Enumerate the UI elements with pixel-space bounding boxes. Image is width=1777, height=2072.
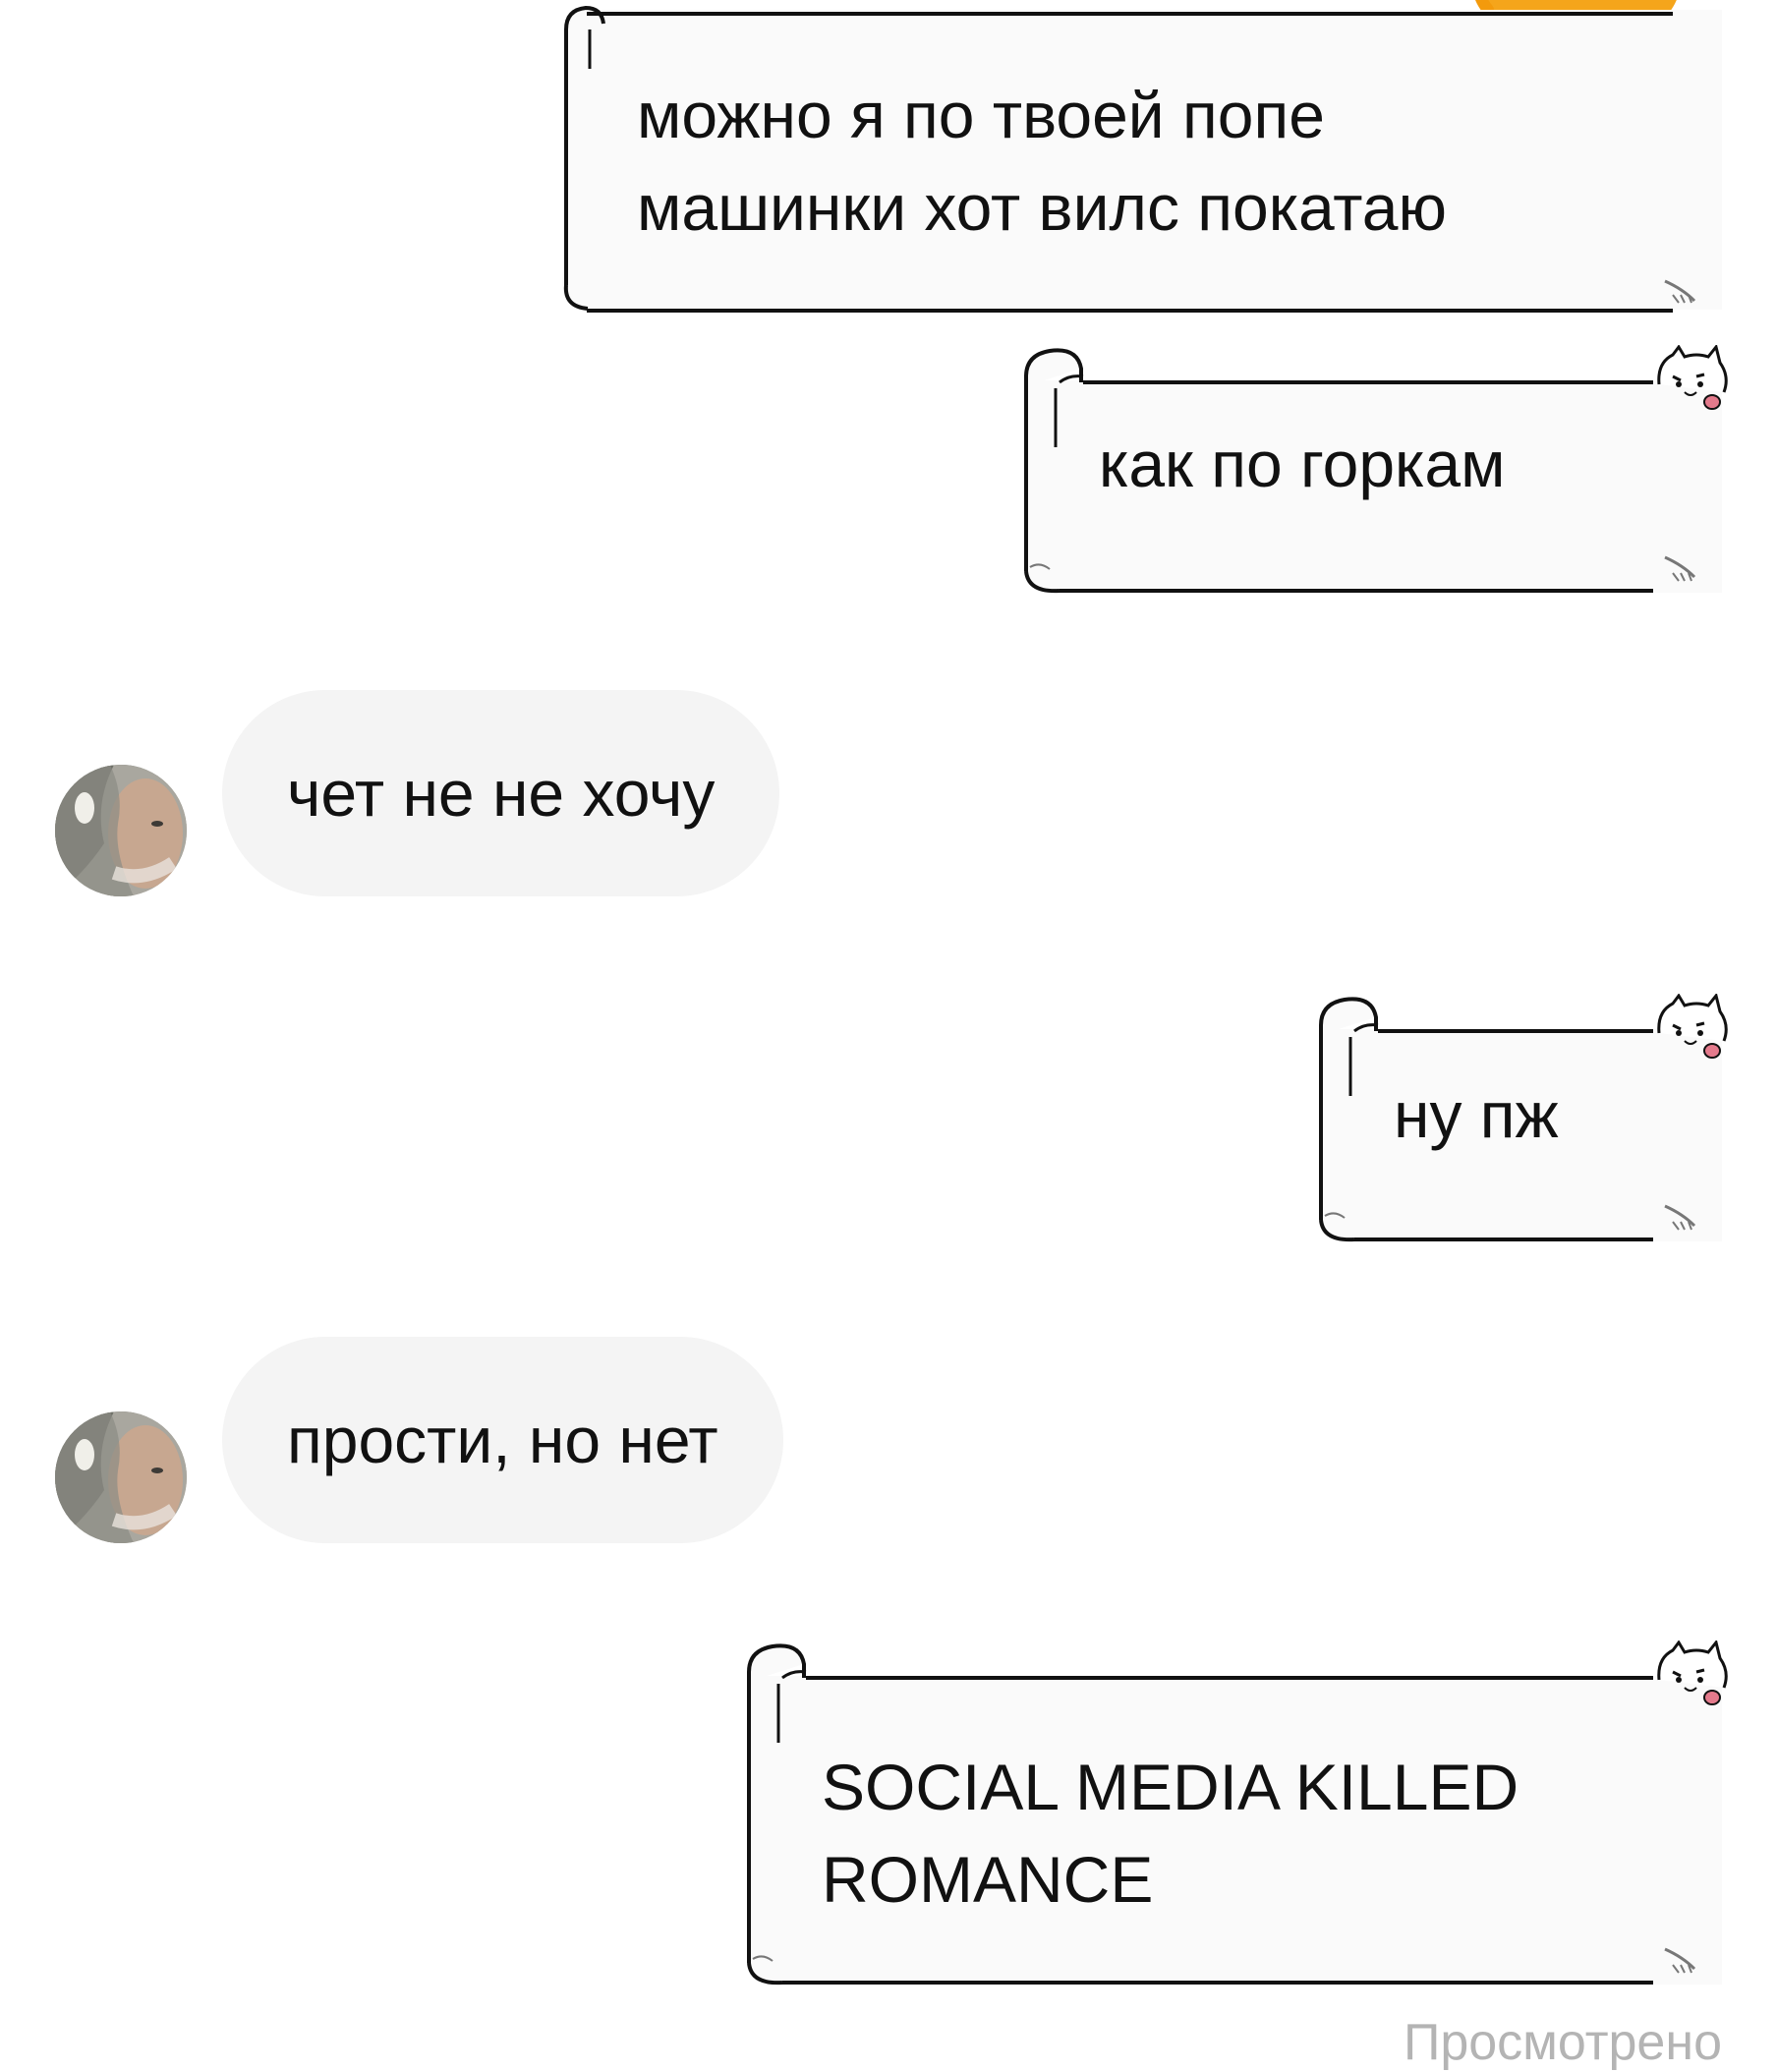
outgoing-message[interactable]: как по горкам xyxy=(1004,339,1728,597)
message-text-line: ну пж xyxy=(1394,1078,1559,1151)
user-avatar-photo[interactable] xyxy=(55,765,187,896)
avatar-photo-icon xyxy=(55,765,187,896)
outgoing-message[interactable]: SOCIAL MEDIA KILLED ROMANCE xyxy=(727,1635,1728,1988)
incoming-message-row: прости, но нет xyxy=(0,1337,1777,1543)
cat-face-icon xyxy=(1657,994,1728,1059)
message-text-line: SOCIAL MEDIA KILLED xyxy=(822,1751,1519,1823)
cat-face-icon xyxy=(1657,345,1728,410)
message-text-line: ROMANCE xyxy=(822,1843,1154,1916)
message-text-line: машинки хот вилс покатаю xyxy=(637,171,1448,244)
outgoing-message[interactable]: можно я по твоей попе машинки хот вилс п… xyxy=(543,0,1722,319)
seen-status: Просмотрено xyxy=(1403,2014,1722,2071)
cat-face-icon xyxy=(1657,1640,1728,1705)
incoming-message-row: чет не не хочу xyxy=(0,690,1777,896)
message-text-line: можно я по твоей попе xyxy=(637,79,1325,151)
incoming-bubble[interactable]: чет не не хочу xyxy=(222,690,780,896)
avatar-photo-icon xyxy=(55,1411,187,1543)
outgoing-message[interactable]: ну пж xyxy=(1299,988,1728,1245)
chat-thread: можно я по твоей попе машинки хот вилс п… xyxy=(0,0,1777,2071)
user-avatar-photo[interactable] xyxy=(55,1411,187,1543)
message-text-line: как по горкам xyxy=(1099,428,1506,500)
incoming-bubble[interactable]: прости, но нет xyxy=(222,1337,783,1543)
